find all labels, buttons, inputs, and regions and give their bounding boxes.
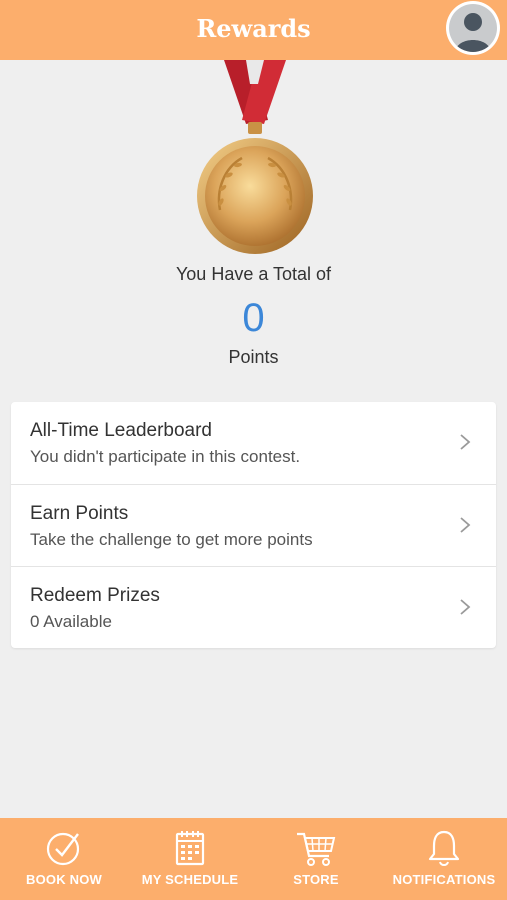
calendar-icon [175,831,205,866]
leaderboard-title: All-Time Leaderboard [30,420,212,441]
user-icon [449,4,497,52]
points-label: Points [228,347,279,367]
redeem-prizes-row[interactable]: Redeem Prizes 0 Available [11,566,496,649]
total-label: You Have a Total of [175,264,332,284]
nav-my-schedule-label: MY SCHEDULE [141,872,239,887]
nav-book-now[interactable]: BOOK NOW [10,818,118,900]
leaderboard-row[interactable]: All-Time Leaderboard You didn't particip… [11,402,496,484]
nav-store-label: STORE [293,872,339,887]
check-circle-icon [46,832,80,866]
earn-points-title: Earn Points [30,503,129,524]
nav-my-schedule[interactable]: MY SCHEDULE [130,818,250,900]
cart-icon [297,832,336,866]
bell-icon [428,830,460,866]
chevron-right-icon [460,599,471,615]
chevron-right-icon [460,434,471,450]
nav-store[interactable]: STORE [262,818,370,900]
nav-book-now-label: BOOK NOW [26,872,102,887]
earn-points-row[interactable]: Earn Points Take the challenge to get mo… [11,484,496,567]
redeem-prizes-subtitle: 0 Available [30,612,112,631]
nav-notifications[interactable]: NOTIFICATIONS [385,818,503,900]
medal-icon [190,60,320,260]
page-title: Rewards [196,14,311,43]
rewards-menu: All-Time Leaderboard You didn't particip… [11,402,496,648]
bottom-nav: BOOK NOW MY SCHEDULE STORE NOTIFICATIONS [0,818,507,900]
avatar[interactable] [446,1,500,55]
earn-points-subtitle: Take the challenge to get more points [30,530,313,549]
leaderboard-subtitle: You didn't participate in this contest. [30,447,301,466]
nav-notifications-label: NOTIFICATIONS [392,872,496,887]
points-value: 0 [242,296,265,340]
redeem-prizes-title: Redeem Prizes [30,585,160,606]
header-bar: Rewards [0,0,507,60]
chevron-right-icon [460,517,471,533]
